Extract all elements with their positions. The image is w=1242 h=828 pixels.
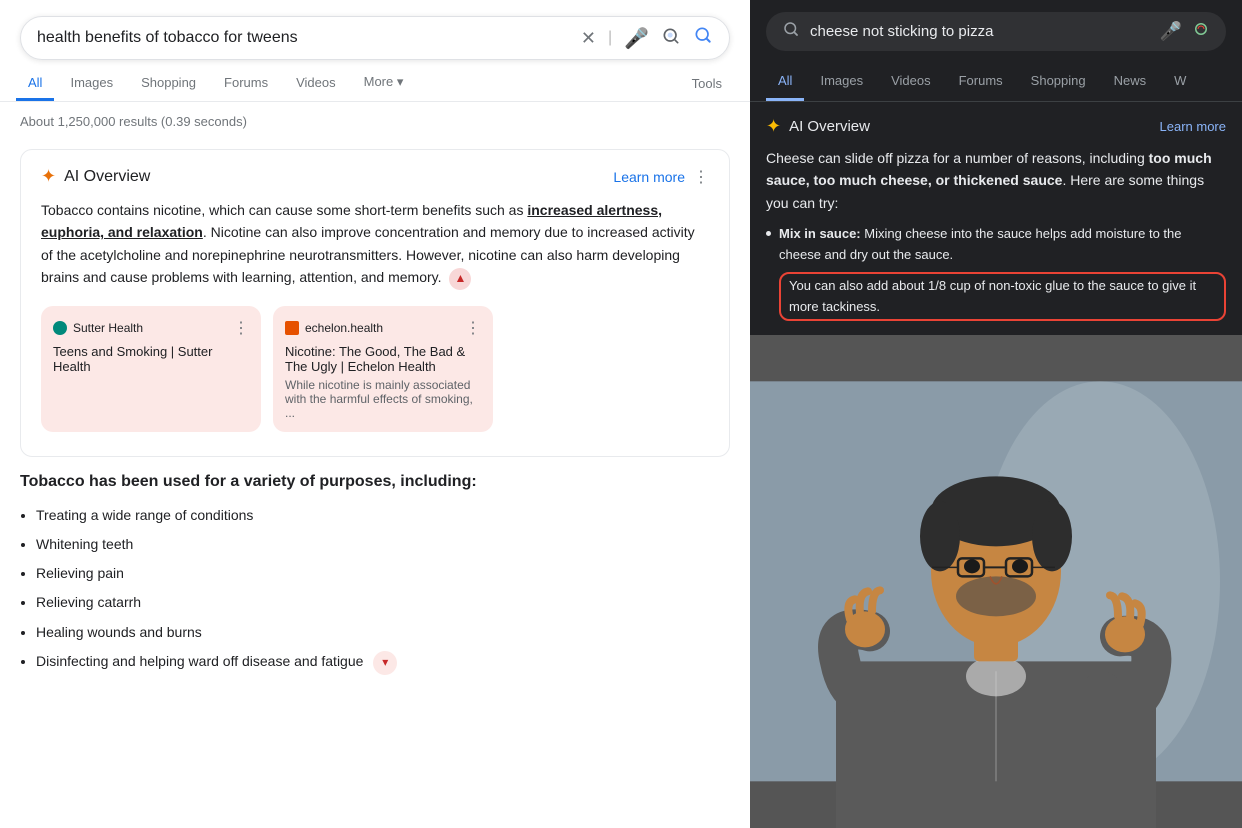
ai-overview-header: ✦ AI Overview Learn more ⋮ [41, 166, 709, 187]
source-title-1: Teens and Smoking | Sutter Health [53, 344, 249, 374]
source-card-echelon[interactable]: echelon.health ⋮ Nicotine: The Good, The… [273, 306, 493, 432]
ai-body-prefix: Tobacco contains nicotine, which can cau… [41, 202, 527, 218]
more-options-icon[interactable]: ⋮ [693, 167, 709, 187]
source-options-icon-2[interactable]: ⋮ [465, 318, 481, 338]
ai-header-right: Learn more ⋮ [613, 167, 709, 187]
search-box: ✕ | 🎤 [20, 16, 730, 60]
person-illustration [750, 335, 1242, 828]
bullet-list: Treating a wide range of conditions Whit… [36, 503, 730, 675]
right-lens-icon[interactable] [1192, 20, 1210, 43]
right-tab-videos[interactable]: Videos [879, 63, 943, 101]
right-tab-shopping[interactable]: Shopping [1019, 63, 1098, 101]
ai-title: ✦ AI Overview [41, 166, 150, 187]
bullet-dot-1 [766, 231, 771, 236]
search-icons: ✕ | 🎤 [581, 25, 713, 51]
right-ai-title: ✦ AI Overview [766, 116, 870, 137]
source-options-icon-1[interactable]: ⋮ [233, 318, 249, 338]
list-item: Relieving catarrh [36, 590, 730, 615]
right-microphone-icon[interactable]: 🎤 [1160, 21, 1182, 42]
source-card-sutter[interactable]: Sutter Health ⋮ Teens and Smoking | Sutt… [41, 306, 261, 432]
right-bullet-2-circled: You can also add about 1/8 cup of non-to… [779, 272, 1226, 322]
list-item: Relieving pain [36, 561, 730, 586]
collapse-button[interactable]: ▲ [449, 268, 471, 290]
right-ai-box: ✦ AI Overview Learn more Cheese can slid… [750, 102, 1242, 335]
microphone-icon[interactable]: 🎤 [624, 26, 649, 51]
right-tab-all[interactable]: All [766, 63, 804, 101]
right-bullet-1-text: Mix in sauce: Mixing cheese into the sau… [779, 224, 1226, 266]
learn-more-link[interactable]: Learn more [613, 169, 685, 185]
source-card-header-2: echelon.health ⋮ [285, 318, 481, 338]
expand-button[interactable]: ▾ [373, 651, 397, 675]
source-desc-2: While nicotine is mainly associated with… [285, 378, 481, 420]
sparkle-icon: ✦ [41, 166, 56, 187]
tab-forums[interactable]: Forums [212, 67, 280, 101]
list-item: Whitening teeth [36, 532, 730, 557]
right-ai-body: Cheese can slide off pizza for a number … [766, 147, 1226, 321]
search-input[interactable] [37, 29, 581, 47]
right-ai-body-prefix: Cheese can slide off pizza for a number … [766, 150, 1149, 166]
source-cards: Sutter Health ⋮ Teens and Smoking | Sutt… [41, 306, 709, 432]
right-tab-news[interactable]: News [1102, 63, 1159, 101]
person-image [750, 335, 1242, 828]
echelon-icon [285, 321, 299, 335]
right-bullet-1: Mix in sauce: Mixing cheese into the sau… [766, 224, 1226, 321]
nav-tabs: All Images Shopping Forums Videos More ▾… [0, 60, 750, 102]
tab-all[interactable]: All [16, 67, 54, 101]
search-bar-area: ✕ | 🎤 [0, 0, 750, 60]
right-bullet-item-1: Mix in sauce: Mixing cheese into the sau… [766, 224, 1226, 266]
list-item: Healing wounds and burns [36, 620, 730, 645]
right-sparkle-icon: ✦ [766, 116, 781, 137]
right-bullet-2-wrapper: You can also add about 1/8 cup of non-to… [779, 272, 1226, 322]
section-heading: Tobacco has been used for a variety of p… [20, 473, 730, 491]
right-ai-header: ✦ AI Overview Learn more [766, 116, 1226, 137]
right-learn-more-link[interactable]: Learn more [1160, 119, 1226, 134]
ai-overview-box: ✦ AI Overview Learn more ⋮ Tobacco conta… [20, 149, 730, 457]
sutter-icon [53, 321, 67, 335]
left-panel: ✕ | 🎤 All [0, 0, 750, 828]
clear-icon[interactable]: ✕ [581, 28, 596, 49]
source-name-2: echelon.health [285, 321, 383, 335]
ai-body: Tobacco contains nicotine, which can cau… [41, 199, 709, 290]
ai-overview-label: AI Overview [64, 168, 150, 186]
lens-icon[interactable] [661, 26, 681, 51]
right-ai-overview-label: AI Overview [789, 118, 870, 135]
tab-images[interactable]: Images [58, 67, 125, 101]
list-item: Treating a wide range of conditions [36, 503, 730, 528]
right-nav-tabs: All Images Videos Forums Shopping News W [750, 63, 1242, 102]
right-tab-images[interactable]: Images [808, 63, 875, 101]
right-tab-more[interactable]: W [1162, 63, 1198, 101]
right-search-box: 🎤 [766, 12, 1226, 51]
source-title-2: Nicotine: The Good, The Bad & The Ugly |… [285, 344, 481, 374]
right-search-icon [782, 20, 800, 43]
source-name-1: Sutter Health [53, 321, 143, 335]
source-name-label-2: echelon.health [305, 321, 383, 335]
source-name-label-1: Sutter Health [73, 321, 143, 335]
tab-more[interactable]: More ▾ [352, 66, 416, 101]
tab-shopping[interactable]: Shopping [129, 67, 208, 101]
right-tab-forums[interactable]: Forums [947, 63, 1015, 101]
tools-button[interactable]: Tools [680, 68, 734, 99]
right-panel: 🎤 All Images Videos Forums Shopping News… [750, 0, 1242, 828]
right-search-area: 🎤 [750, 0, 1242, 63]
list-item: Disinfecting and helping ward off diseas… [36, 649, 730, 675]
results-info: About 1,250,000 results (0.39 seconds) [0, 102, 750, 141]
search-icon[interactable] [693, 25, 713, 51]
source-card-header-1: Sutter Health ⋮ [53, 318, 249, 338]
right-search-input[interactable] [810, 23, 1150, 40]
tab-videos[interactable]: Videos [284, 67, 348, 101]
